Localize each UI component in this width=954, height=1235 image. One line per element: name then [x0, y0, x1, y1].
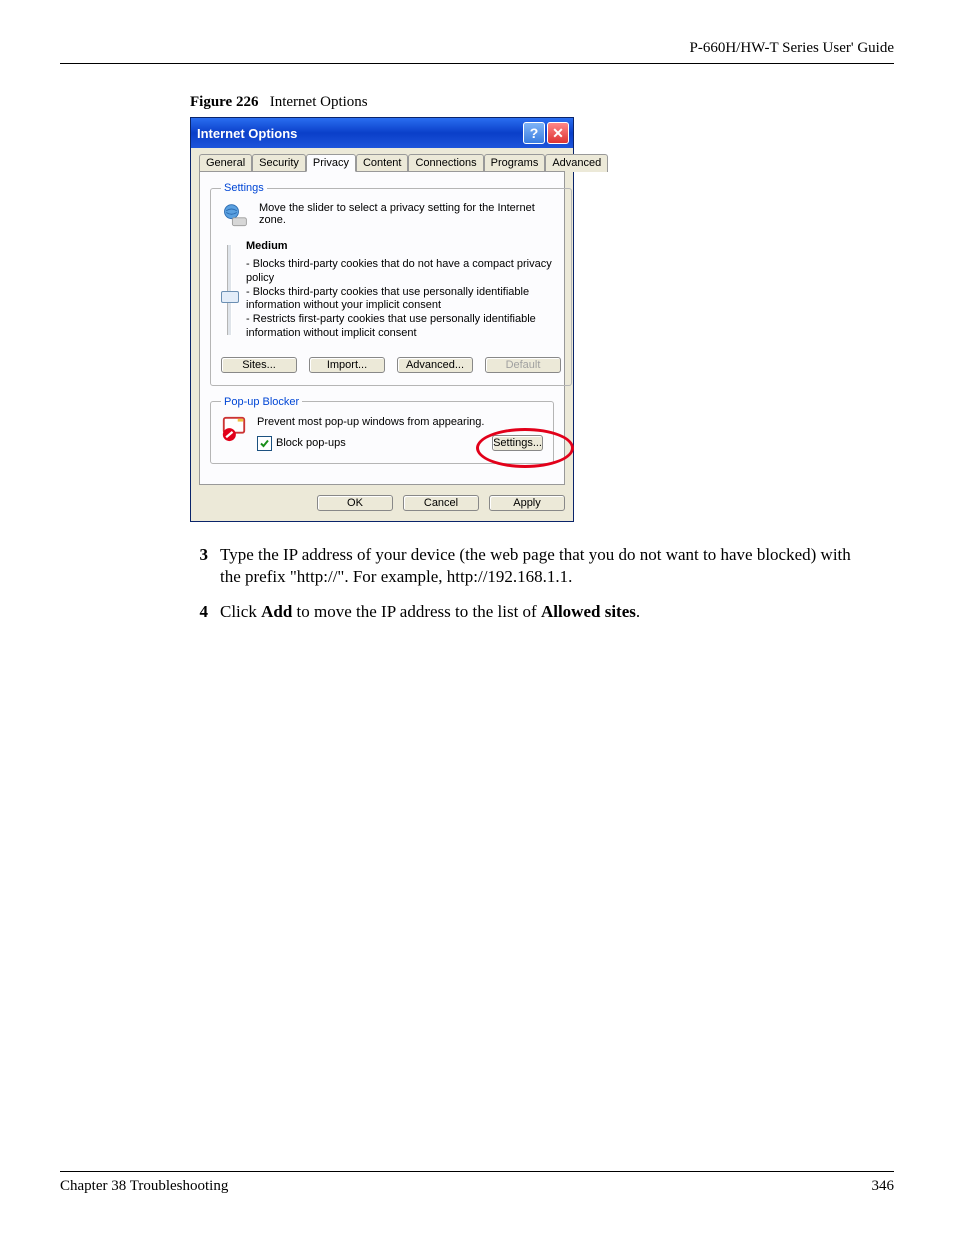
- desc-line-2: - Blocks third-party cookies that use pe…: [246, 286, 561, 314]
- slider-row: Medium - Blocks third-party cookies that…: [221, 240, 561, 341]
- tab-privacy[interactable]: Privacy: [306, 154, 356, 172]
- page-footer: Chapter 38 Troubleshooting 346: [60, 1171, 894, 1195]
- step-3-number: 3: [190, 544, 208, 590]
- checkbox-box: [257, 436, 272, 451]
- dialog-button-row: OK Cancel Apply: [199, 495, 565, 511]
- close-icon: ✕: [552, 126, 564, 140]
- close-button[interactable]: ✕: [547, 122, 569, 144]
- settings-instruction-row: Move the slider to select a privacy sett…: [221, 202, 561, 230]
- block-popups-checkbox[interactable]: Block pop-ups: [257, 436, 346, 451]
- desc-line-3: - Restricts first-party cookies that use…: [246, 313, 561, 341]
- tab-security[interactable]: Security: [252, 154, 306, 172]
- step-4-text-b: to move the IP address to the list of: [292, 602, 541, 621]
- slider-handle[interactable]: [221, 291, 239, 303]
- step-4-bold-2: Allowed sites: [541, 602, 636, 621]
- settings-group: Settings Move the slider to select a pri…: [210, 182, 572, 386]
- header-right-text: P-660H/HW-T Series User' Guide: [690, 40, 894, 56]
- sites-button[interactable]: Sites...: [221, 357, 297, 373]
- popup-group-legend: Pop-up Blocker: [221, 396, 302, 408]
- figure-caption: Figure 226 Internet Options: [190, 94, 830, 111]
- help-button[interactable]: ?: [523, 122, 545, 144]
- dialog-title: Internet Options: [197, 126, 521, 141]
- footer-left-text: Chapter 38 Troubleshooting: [60, 1178, 228, 1195]
- blocked-icon: [221, 416, 247, 442]
- popup-row: Prevent most pop-up windows from appeari…: [221, 416, 543, 451]
- dialog-titlebar: Internet Options ? ✕: [191, 118, 573, 148]
- instruction-steps: 3 Type the IP address of your device (th…: [190, 544, 864, 625]
- popup-desc-text: Prevent most pop-up windows from appeari…: [257, 416, 543, 428]
- step-3-text: Type the IP address of your device (the …: [220, 544, 864, 590]
- settings-group-legend: Settings: [221, 182, 267, 194]
- step-4: 4 Click Add to move the IP address to th…: [190, 601, 864, 624]
- popup-right-col: Prevent most pop-up windows from appeari…: [257, 416, 543, 451]
- step-3: 3 Type the IP address of your device (th…: [190, 544, 864, 590]
- figure-block: Figure 226 Internet Options Internet Opt…: [190, 94, 830, 522]
- tab-programs[interactable]: Programs: [484, 154, 546, 172]
- step-4-bold-1: Add: [261, 602, 292, 621]
- tab-panel-privacy: Settings Move the slider to select a pri…: [199, 171, 565, 485]
- step-4-text-c: .: [636, 602, 640, 621]
- footer-page-number: 346: [872, 1178, 895, 1195]
- figure-caption-text: Internet Options: [270, 94, 368, 110]
- privacy-level-name: Medium: [246, 240, 561, 252]
- popup-settings-button[interactable]: Settings...: [492, 435, 543, 451]
- tab-content[interactable]: Content: [356, 154, 409, 172]
- world-icon: [221, 202, 249, 230]
- step-4-number: 4: [190, 601, 208, 624]
- block-popups-label: Block pop-ups: [276, 437, 346, 449]
- advanced-button[interactable]: Advanced...: [397, 357, 473, 373]
- import-button[interactable]: Import...: [309, 357, 385, 373]
- slider-track[interactable]: [227, 245, 232, 335]
- step-4-text: Click Add to move the IP address to the …: [220, 601, 864, 624]
- tabs-row: General Security Privacy Content Connect…: [199, 154, 565, 172]
- tab-general[interactable]: General: [199, 154, 252, 172]
- tab-advanced[interactable]: Advanced: [545, 154, 608, 172]
- highlighted-oval: Settings...: [492, 437, 543, 449]
- popup-blocker-group: Pop-up Blocker Prevent most pop-up win: [210, 396, 554, 464]
- popup-checkbox-row: Block pop-ups Settings...: [257, 436, 543, 451]
- default-button[interactable]: Default: [485, 357, 561, 373]
- apply-button[interactable]: Apply: [489, 495, 565, 511]
- tab-connections[interactable]: Connections: [408, 154, 483, 172]
- cancel-button[interactable]: Cancel: [403, 495, 479, 511]
- internet-options-dialog: Internet Options ? ✕ General Security Pr…: [190, 117, 574, 522]
- privacy-slider[interactable]: [221, 240, 238, 341]
- page-header: P-660H/HW-T Series User' Guide: [60, 40, 894, 64]
- settings-button-row: Sites... Import... Advanced... Default: [221, 357, 561, 373]
- dialog-body: General Security Privacy Content Connect…: [191, 148, 573, 521]
- settings-instruction-text: Move the slider to select a privacy sett…: [259, 202, 561, 230]
- figure-label: Figure 226: [190, 94, 258, 110]
- privacy-level-description: Medium - Blocks third-party cookies that…: [246, 240, 561, 341]
- desc-line-1: - Blocks third-party cookies that do not…: [246, 258, 561, 286]
- privacy-level-lines: - Blocks third-party cookies that do not…: [246, 258, 561, 341]
- ok-button[interactable]: OK: [317, 495, 393, 511]
- step-4-text-a: Click: [220, 602, 261, 621]
